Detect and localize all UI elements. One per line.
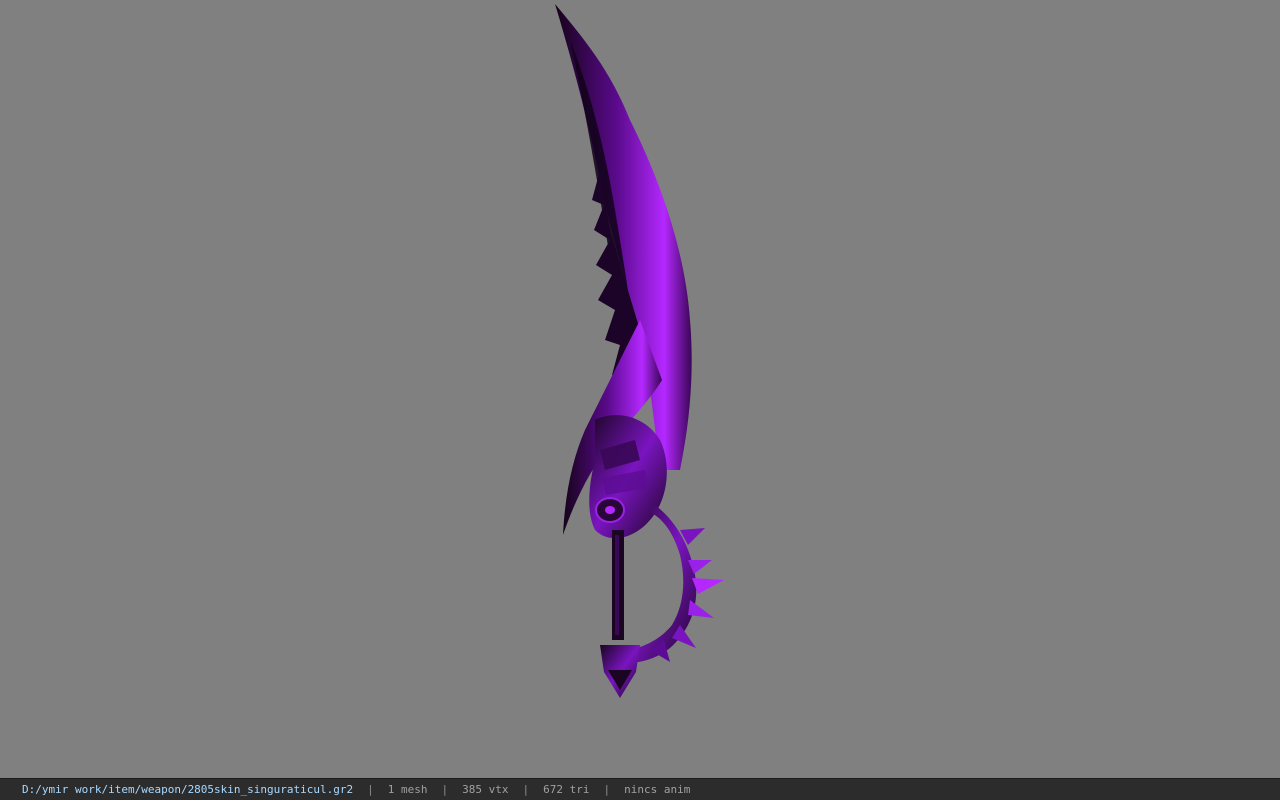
weapon-model-icon[interactable] <box>0 0 1280 778</box>
3d-viewport[interactable] <box>0 0 1280 778</box>
separator: | <box>441 783 449 796</box>
triangle-count: 672 tri <box>543 783 590 796</box>
animation-status: nincs anim <box>624 783 691 796</box>
mesh-count: 1 mesh <box>387 783 428 796</box>
separator: | <box>367 783 374 796</box>
separator: | <box>603 783 611 796</box>
separator: | <box>522 783 530 796</box>
vertex-count: 385 vtx <box>462 783 509 796</box>
file-path: D:/ymir work/item/weapon/2805skin_singur… <box>22 783 354 796</box>
status-bar: D:/ymir work/item/weapon/2805skin_singur… <box>0 778 1280 800</box>
